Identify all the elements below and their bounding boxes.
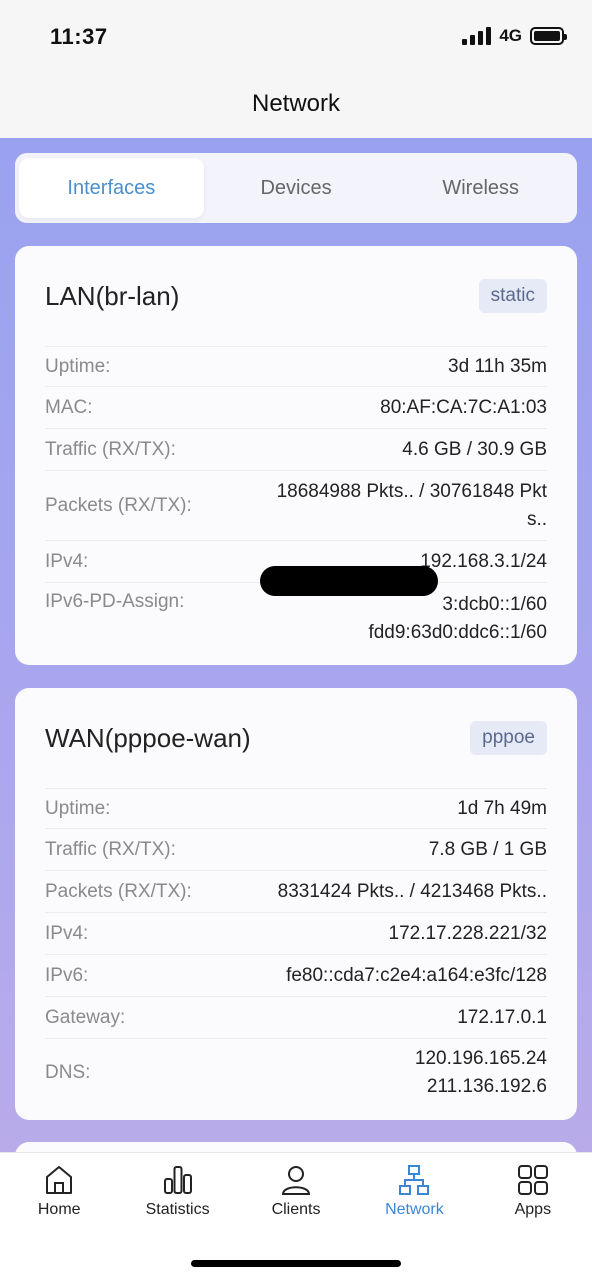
row-value: 3d 11h 35m [448,353,547,381]
row-label: Packets (RX/TX): [45,880,192,902]
nav-label: Clients [271,1201,321,1218]
apps-icon [517,1165,548,1195]
row-value-line: 18684988 Pkts.. / 30761848 Pkt [276,480,547,502]
row-label: Uptime: [45,797,111,819]
page-title: Network [251,90,341,117]
row-label: IPv4: [45,922,89,944]
card-title: WAN(pppoe-wan) [45,722,251,753]
row-label: MAC: [45,396,93,418]
battery-icon [530,27,567,45]
lan-card: LAN(br-lan) static Uptime: 3d 11h 35m MA… [15,246,577,665]
user-icon [282,1166,311,1195]
status-indicators: 4G [462,26,567,46]
wan-card: WAN(pppoe-wan) pppoe Uptime: 1d 7h 49m T… [15,688,577,1120]
detail-row-packets: Packets (RX/TX): 8331424 Pkts.. / 421346… [45,870,547,912]
detail-row-traffic: Traffic (RX/TX): 4.6 GB / 30.9 GB [45,428,547,470]
row-value: fe80::cda7:c2e4:a164:e3fc/128 [286,962,547,990]
row-label: Packets (RX/TX): [45,494,192,516]
row-value-line: 80:AF:CA:7C:A1:03 [380,396,547,418]
nav-clients[interactable]: Clients [237,1163,355,1231]
nav-label: Network [385,1201,444,1218]
nav-apps[interactable]: Apps [474,1163,592,1231]
row-label: Traffic (RX/TX): [45,438,176,460]
row-label: IPv6: [45,964,89,986]
row-value-line: s.. [526,508,547,530]
row-value-line: 7.8 GB / 1 GB [428,838,547,860]
row-value: 4.6 GB / 30.9 GB [402,436,547,464]
protocol-badge: static [478,279,547,313]
row-value: 7.8 GB / 1 GB [429,836,547,864]
nav-label: Apps [514,1201,552,1218]
detail-row-uptime: Uptime: 1d 7h 49m [45,788,547,828]
row-value: 1d 7h 49m [457,795,547,823]
nav-network[interactable]: Network [355,1163,473,1231]
detail-row-mac: MAC: 80:AF:CA:7C:A1:03 [45,386,547,428]
row-label: Uptime: [45,355,111,377]
detail-row-ipv6: IPv6: fe80::cda7:c2e4:a164:e3fc/128 [45,954,547,996]
main-content[interactable]: Interfaces Devices Wireless LAN(br-lan) … [0,138,592,1152]
status-time: 11:37 [50,24,108,49]
tab-bar: Interfaces Devices Wireless [15,153,577,223]
row-value-line: 211.136.192.6 [426,1075,547,1097]
nav-home[interactable]: Home [0,1163,118,1231]
network-type: 4G [499,26,522,45]
detail-row-packets: Packets (RX/TX): 18684988 Pkts.. / 30761… [45,470,547,540]
network-icon [399,1165,430,1195]
row-value-line: fdd9:63d0:ddc6::1/60 [368,622,547,643]
row-value-line: 172.17.0.1 [457,1006,547,1028]
next-card [15,1142,577,1152]
nav-label: Home [37,1201,81,1218]
row-value: 192.168.3.1/24 [420,548,547,576]
signal-icon [462,27,492,45]
tab-wireless[interactable]: Wireless [388,158,573,218]
redaction-mark [260,566,438,596]
row-label: IPv6-PD-Assign: [45,591,185,612]
detail-row-uptime: Uptime: 3d 11h 35m [45,346,547,386]
row-value: 172.17.228.221/32 [389,920,548,948]
row-label: Gateway: [45,1006,126,1028]
nav-statistics[interactable]: Statistics [118,1163,236,1231]
detail-row-gateway: Gateway: 172.17.0.1 [45,996,547,1038]
nav-label: Statistics [145,1201,210,1218]
row-value: 172.17.0.1 [457,1004,547,1032]
row-value-line: fe80::cda7:c2e4:a164:e3fc/128 [286,964,547,986]
screen: 11:37 4G Network Interfaces Devices Wire… [0,0,592,1280]
row-value-line: 192.168.3.1/24 [420,550,547,572]
row-label: Traffic (RX/TX): [45,838,176,860]
row-value: 8331424 Pkts.. / 4213468 Pkts.. [278,878,547,906]
card-title: LAN(br-lan) [45,280,180,311]
row-value-line: 172.17.228.221/32 [388,922,548,944]
row-value: 80:AF:CA:7C:A1:03 [380,394,547,422]
statistics-icon [163,1166,192,1194]
card-header: LAN(br-lan) static [45,246,547,346]
row-value: 18684988 Pkts.. / 30761848 Pkt s.. [277,478,547,534]
row-value: 120.196.165.24 211.136.192.6 [415,1045,547,1101]
card-header: WAN(pppoe-wan) pppoe [45,688,547,788]
row-label: DNS: [45,1061,91,1083]
row-value-line: 4.6 GB / 30.9 GB [402,438,547,460]
protocol-badge: pppoe [470,721,547,755]
detail-row-ipv4: IPv4: 172.17.228.221/32 [45,912,547,954]
row-value: 3:dcb0::1/60 fdd9:63d0:ddc6::1/60 [368,591,547,647]
tab-devices[interactable]: Devices [204,158,389,218]
row-value-line: 120.196.165.24 [414,1047,547,1069]
row-value-line: 8331424 Pkts.. / 4213468 Pkts.. [277,880,547,902]
row-value-line: 1d 7h 49m [457,797,547,819]
detail-row-dns: DNS: 120.196.165.24 211.136.192.6 [45,1038,547,1106]
top-bar: 11:37 4G Network [0,0,592,138]
home-indicator [191,1260,401,1267]
row-value-line: 3d 11h 35m [448,355,547,377]
home-icon [46,1166,73,1194]
row-label: IPv4: [45,550,89,572]
detail-row-traffic: Traffic (RX/TX): 7.8 GB / 1 GB [45,828,547,870]
tab-interfaces[interactable]: Interfaces [19,158,204,218]
